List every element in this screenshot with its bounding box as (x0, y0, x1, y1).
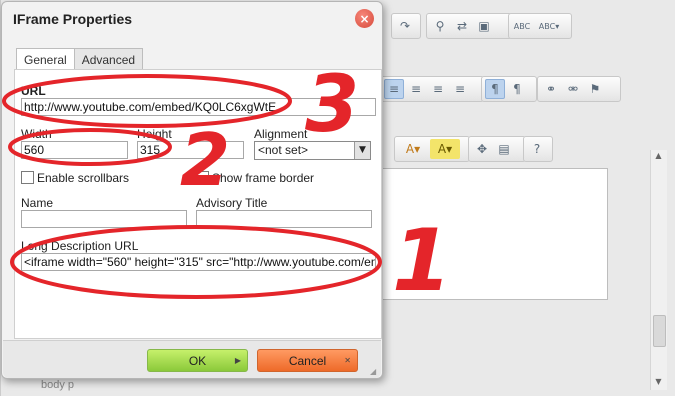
align-center-icon[interactable]: ≡ (406, 79, 426, 99)
direction-group: ¶ ¶ (481, 76, 537, 102)
select-all-icon[interactable]: ▣ (474, 16, 494, 36)
scroll-up-icon[interactable]: ▲ (653, 150, 664, 161)
advisory-title-field[interactable] (196, 210, 372, 228)
dialog-footer: OK ▶ Cancel ✕ ◢ (3, 340, 381, 378)
redo-group: ↷ (391, 13, 421, 39)
alignment-select-value: <not set> (258, 143, 309, 157)
align-justify-icon[interactable]: ≡ (450, 79, 470, 99)
width-field[interactable]: 560 (21, 141, 128, 159)
tools-group: ✥ ▤ (468, 136, 526, 162)
ok-button[interactable]: OK ▶ (147, 349, 248, 372)
align-group: ≡ ≡ ≡ ≡ (381, 76, 484, 102)
annotation-number-2: 2 (180, 118, 231, 202)
text-direction-rtl-icon[interactable]: ¶ (507, 79, 527, 99)
spellcheck-group: ABC ABC▾ (508, 13, 572, 39)
text-direction-ltr-icon[interactable]: ¶ (485, 79, 505, 99)
resize-grip-icon[interactable]: ◢ (370, 367, 378, 376)
tab-advanced[interactable]: Advanced (73, 48, 144, 70)
find-icon[interactable]: ⚲ (430, 16, 450, 36)
close-small-icon: ✕ (344, 356, 351, 365)
long-description-url-label: Long Description URL (21, 239, 139, 253)
annotation-number-1: 1 (392, 211, 452, 311)
name-field[interactable] (21, 210, 187, 228)
editor-scrollbar[interactable]: ▲ ▼ (650, 150, 667, 390)
redo-icon[interactable]: ↷ (395, 16, 415, 36)
scroll-thumb[interactable] (653, 315, 666, 347)
find-group: ⚲ ⇄ ▣ (426, 13, 512, 39)
name-label: Name (21, 196, 54, 210)
dialog-title: IFrame Properties (13, 11, 133, 27)
color-group: A▾ A▾ (394, 136, 470, 162)
spellcheck-as-you-type-icon[interactable]: ABC▾ (534, 16, 564, 36)
show-blocks-icon[interactable]: ▤ (494, 139, 514, 159)
scroll-down-icon[interactable]: ▼ (653, 376, 664, 387)
unlink-icon[interactable]: ⚮ (563, 79, 583, 99)
enable-scrollbars-checkbox[interactable] (21, 171, 34, 184)
link-icon[interactable]: ⚭ (541, 79, 561, 99)
element-path[interactable]: body p (41, 379, 74, 391)
text-color-icon[interactable]: A▾ (398, 139, 428, 159)
maximize-icon[interactable]: ✥ (472, 139, 492, 159)
width-label: Width (21, 127, 52, 141)
cancel-button-label: Cancel (288, 353, 327, 368)
chevron-right-icon: ▶ (234, 356, 241, 365)
anchor-icon[interactable]: ⚑ (585, 79, 605, 99)
close-icon[interactable]: × (355, 9, 374, 28)
replace-icon[interactable]: ⇄ (452, 16, 472, 36)
link-group: ⚭ ⚮ ⚑ (537, 76, 621, 102)
cancel-button[interactable]: Cancel ✕ (257, 349, 358, 372)
help-group: ? (523, 136, 553, 162)
height-label: Height (137, 127, 172, 141)
help-icon[interactable]: ? (527, 139, 547, 159)
annotation-number-3: 3 (305, 60, 360, 150)
long-description-url-field[interactable]: <iframe width="560" height="315" src="ht… (21, 253, 376, 271)
background-color-icon[interactable]: A▾ (430, 139, 460, 159)
align-left-icon[interactable]: ≡ (384, 79, 404, 99)
tab-general[interactable]: General (16, 48, 75, 71)
dialog-tabs: General Advanced (16, 48, 144, 71)
url-label: URL (21, 84, 46, 98)
alignment-label: Alignment (254, 127, 308, 141)
spellcheck-icon[interactable]: ABC (512, 16, 532, 36)
align-right-icon[interactable]: ≡ (428, 79, 448, 99)
ok-button-label: OK (188, 353, 207, 368)
enable-scrollbars-label: Enable scrollbars (37, 171, 130, 185)
